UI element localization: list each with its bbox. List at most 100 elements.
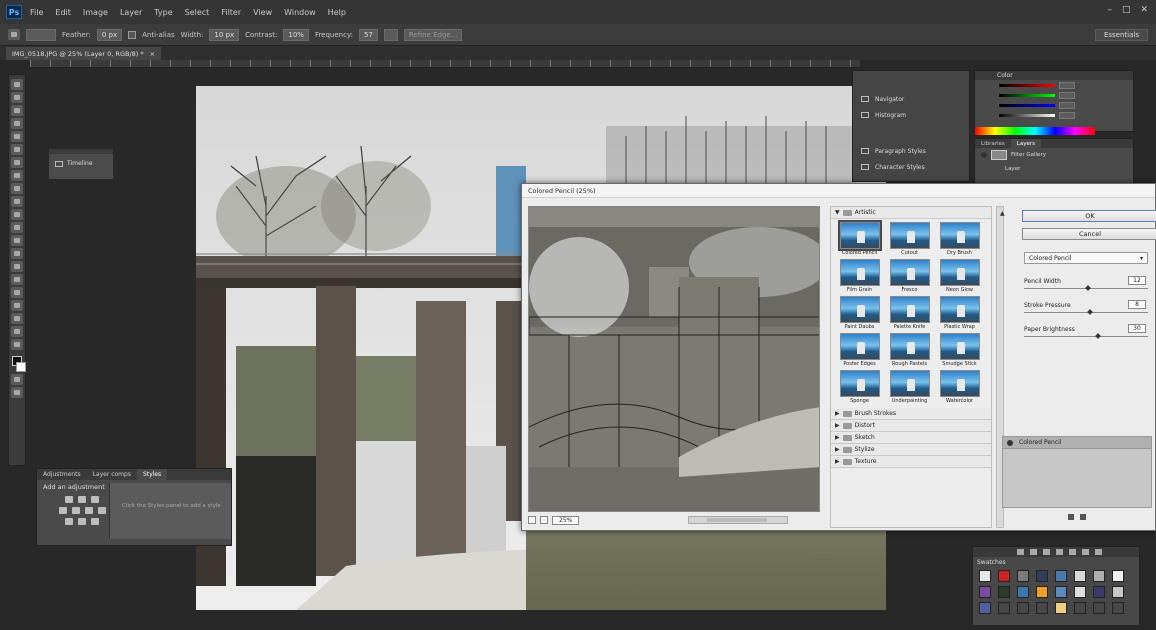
screen-mode-icon[interactable] [11,387,23,398]
filter-item[interactable]: Underpainting [887,370,932,404]
preview-scrollbar[interactable] [688,516,788,524]
styles-list[interactable]: Click the Styles panel to add a style [109,483,231,539]
filter-select-dropdown[interactable]: Colored Pencil [1024,252,1148,264]
category-artistic[interactable]: ▼ Artistic [831,207,991,219]
tab-libraries[interactable]: Libraries [975,139,1011,148]
quick-mask-icon[interactable] [11,374,23,385]
tab-layers[interactable]: Layers [1010,139,1041,148]
edit-toolbar-icon[interactable] [11,339,23,350]
menu-type[interactable]: Type [154,8,172,17]
swatch[interactable] [1055,570,1067,582]
dodge-tool-icon[interactable] [11,248,23,259]
menu-window[interactable]: Window [284,8,316,17]
swatch[interactable] [1093,586,1105,598]
shape-tool-icon[interactable] [11,300,23,311]
swatch[interactable] [1074,570,1086,582]
clone-stamp-tool-icon[interactable] [11,183,23,194]
category-row[interactable]: ▶ Distort [831,420,991,432]
filter-thumbnail[interactable] [889,333,930,360]
selection-mode-icons[interactable] [26,28,56,41]
filter-item[interactable]: Fresco [887,259,932,293]
category-row[interactable]: ▶ Stylize [831,444,991,456]
contrast-input[interactable]: 10% [283,28,309,41]
ok-button[interactable]: OK [1022,210,1156,222]
collapse-arrow-icon[interactable]: ▲ [1000,210,1005,217]
filter-thumbnail[interactable] [839,259,880,286]
category-row[interactable]: ▶ Brush Strokes [831,408,991,420]
blur-tool-icon[interactable] [11,235,23,246]
filter-item[interactable]: Neon Glow [937,259,982,293]
filter-thumbnail[interactable] [939,222,980,249]
close-button[interactable]: ✕ [1140,5,1148,15]
tab-layer-comps[interactable]: Layer comps [87,469,137,480]
brush-tool-icon[interactable] [11,170,23,181]
filter-thumbnail[interactable] [939,296,980,323]
maximize-button[interactable]: □ [1122,5,1131,15]
swatch[interactable] [1017,586,1029,598]
filter-item[interactable]: Paint Daubs [837,296,882,330]
swatch[interactable] [979,586,991,598]
zoom-out-button[interactable] [528,516,536,524]
filter-thumbnail[interactable] [939,333,980,360]
red-value-field[interactable] [1059,81,1075,89]
tool-icon-3[interactable] [1043,549,1050,555]
path-select-tool-icon[interactable] [11,287,23,298]
swatch[interactable] [1074,586,1086,598]
workspace-switcher[interactable]: Essentials [1094,29,1148,41]
swatch[interactable] [1017,570,1029,582]
tool-icon-1[interactable] [1017,549,1024,555]
timeline-label[interactable]: Timeline [67,160,93,167]
lasso-tool-icon[interactable] [11,105,23,116]
green-value-field[interactable] [1059,91,1075,99]
swatch[interactable] [1074,602,1086,614]
alpha-value-field[interactable] [1059,111,1075,119]
sublayer-row[interactable]: Layer [975,162,1133,176]
color-spectrum-bar[interactable] [975,127,1095,135]
delete-effect-layer-icon[interactable] [1080,514,1086,520]
gradient-tool-icon[interactable] [11,222,23,233]
alpha-slider[interactable] [975,110,1133,120]
tab-styles[interactable]: Styles [136,469,168,480]
feather-input[interactable]: 0 px [96,28,123,41]
filter-item[interactable]: Film Grain [837,259,882,293]
filter-thumbnail[interactable] [939,259,980,286]
filter-thumbnail[interactable] [939,370,980,397]
antialias-checkbox[interactable] [128,30,137,39]
filter-thumbnail[interactable] [889,222,930,249]
filter-thumbnail[interactable] [839,333,880,360]
layer-visibility-icon[interactable] [981,152,987,158]
new-effect-layer-icon[interactable] [1068,514,1074,520]
pencil-width-slider-knob[interactable] [1085,285,1092,291]
filter-thumbnail[interactable] [889,259,930,286]
filter-thumbnail[interactable] [839,370,880,397]
filter-item[interactable]: Rough Pastels [887,333,932,367]
frequency-input[interactable]: 57 [358,28,378,41]
vibrance-icon[interactable] [58,507,67,514]
swatch[interactable] [1112,602,1124,614]
filter-preview[interactable] [528,206,820,512]
paper-brightness-slider-track[interactable] [1024,336,1148,337]
zoom-tool-icon[interactable] [11,326,23,337]
swatch[interactable] [979,570,991,582]
blue-value-field[interactable] [1059,101,1075,109]
minimize-button[interactable]: – [1107,5,1112,15]
crop-tool-icon[interactable] [11,131,23,142]
pencil-width-input[interactable]: 12 [1128,276,1146,285]
panel-item-navigator[interactable]: Navigator [853,91,969,107]
tool-icon-6[interactable] [1082,549,1089,555]
threshold-icon[interactable] [91,518,99,525]
tool-icon-4[interactable] [1056,549,1063,555]
pen-pressure-icon[interactable] [383,28,398,41]
panel-item-character-styles[interactable]: Character Styles [853,159,969,175]
hue-saturation-icon[interactable] [71,507,80,514]
paper-brightness-input[interactable]: 30 [1128,324,1146,333]
category-row[interactable]: ▶ Sketch [831,432,991,444]
layer-row[interactable]: Filter Gallery [975,148,1133,162]
tab-color[interactable]: Color [975,71,1133,80]
filter-thumbnail[interactable] [839,296,880,323]
swatch[interactable] [998,602,1010,614]
swatch[interactable] [1093,602,1105,614]
blue-slider-track[interactable] [999,103,1055,107]
category-row[interactable]: ▶ Texture [831,456,991,468]
color-balance-icon[interactable] [84,507,93,514]
